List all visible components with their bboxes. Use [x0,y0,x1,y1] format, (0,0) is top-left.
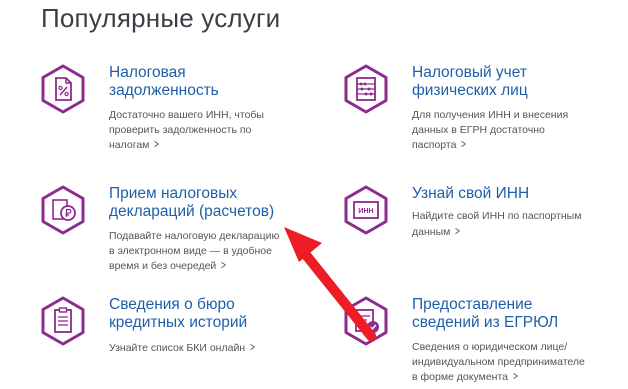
chevron-right-icon[interactable]: > [513,369,518,384]
service-description: Найдите свой ИНН по паспортным данным > [412,210,582,239]
checklist-icon [41,296,85,346]
service-description: Узнайте список БКИ онлайн > [109,340,256,355]
service-title[interactable]: Налоговый учет физических лиц [412,64,612,100]
ruble-document-icon [41,185,85,235]
service-description: Сведения о юридическом лице/ индивидуаль… [412,341,585,384]
inn-card-icon: ИНН [344,185,388,235]
page-title: Популярные услуги [41,3,281,33]
abacus-icon [344,64,388,114]
document-percent-icon [41,64,85,114]
chevron-right-icon[interactable]: > [221,258,226,273]
chevron-right-icon[interactable]: > [455,224,460,239]
service-description: Подавайте налоговую декларацию в электро… [109,230,280,273]
service-description: Для получения ИНН и внесения данных в ЕГ… [412,109,569,152]
svg-text:ИНН: ИНН [358,208,373,215]
service-title[interactable]: Прием налоговых деклараций (расчетов) [109,185,319,221]
chevron-right-icon[interactable]: > [462,137,467,152]
service-title[interactable]: Узнай свой ИНН [412,185,612,203]
service-title[interactable]: Сведения о бюро кредитных историй [109,296,319,332]
egrul-check-icon [344,296,388,346]
chevron-right-icon[interactable]: > [250,340,255,355]
service-title[interactable]: Налоговая задолженность [109,64,319,100]
service-description: Достаточно вашего ИНН, чтобы проверить з… [109,109,264,152]
service-title[interactable]: Предоставление сведений из ЕГРЮЛ [412,296,628,332]
chevron-right-icon[interactable]: > [154,137,159,152]
